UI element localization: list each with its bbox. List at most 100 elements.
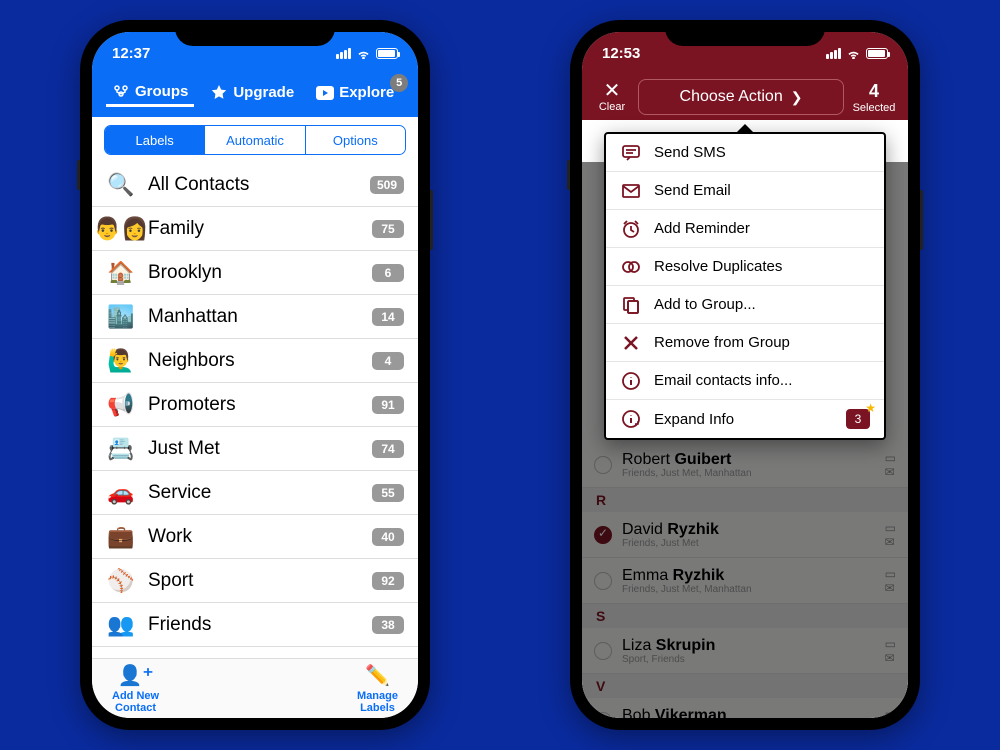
action-addgroup[interactable]: Add to Group... [606, 286, 884, 324]
group-label: Service [148, 482, 372, 504]
group-count: 40 [372, 528, 404, 546]
action-popover: Send SMS Send Email Add Reminder Resolve Du… [604, 132, 886, 440]
group-icon: 📢 [106, 390, 136, 420]
segmented-control: Labels Automatic Options [104, 125, 406, 155]
action-email[interactable]: Send Email [606, 172, 884, 210]
wifi-icon [356, 48, 371, 59]
iphone-mockup-actions: 12:53 ✕ Clear Choose Action ❯ 4 [570, 20, 920, 730]
group-label: All Contacts [148, 174, 370, 196]
add-user-icon: 👤⁺ [118, 663, 153, 688]
emailinfo-icon [620, 370, 642, 392]
close-icon: ✕ [594, 81, 630, 101]
addgroup-icon [620, 294, 642, 316]
action-emailinfo[interactable]: Email contacts info... [606, 362, 884, 400]
group-row[interactable]: 🏙️Manhattan14 [92, 295, 418, 339]
tab-upgrade-label: Upgrade [233, 84, 294, 101]
clock: 12:53 [602, 45, 640, 62]
tab-explore[interactable]: Explore 5 [310, 80, 400, 106]
selected-count: 4 Selected [852, 81, 896, 114]
group-count: 6 [372, 264, 404, 282]
group-row[interactable]: 🏠 Brooklyn6 [92, 251, 418, 295]
sms-icon [620, 142, 642, 164]
groups-icon [112, 82, 130, 100]
group-row[interactable]: 📢Promoters91 [92, 383, 418, 427]
action-expand[interactable]: Expand Info3 [606, 400, 884, 438]
group-row[interactable]: 👨‍👩‍ Family75 [92, 207, 418, 251]
group-icon: 🙋‍♂️ [106, 346, 136, 376]
signal-icon [826, 48, 841, 59]
group-row[interactable]: 🙋‍♂️ Neighbors4 [92, 339, 418, 383]
group-label: Manhattan [148, 306, 372, 328]
tab-explore-label: Explore [339, 84, 394, 101]
group-count: 91 [372, 396, 404, 414]
group-row[interactable]: ⚾Sport92 [92, 559, 418, 603]
group-icon: ⚾ [106, 566, 136, 596]
group-label: Work [148, 526, 372, 548]
group-icon: 🔍 [106, 170, 136, 200]
group-icon: 🚗 [106, 478, 136, 508]
notch [175, 20, 335, 46]
clear-button[interactable]: ✕ Clear [594, 81, 630, 113]
group-count: 55 [372, 484, 404, 502]
group-count: 14 [372, 308, 404, 326]
group-label: Family [148, 218, 372, 240]
group-icon: 👥 [106, 610, 136, 640]
email-icon [620, 180, 642, 202]
action-label: Expand Info [654, 411, 834, 428]
group-icon: 🏠 [106, 258, 136, 288]
action-label: Resolve Duplicates [654, 258, 870, 275]
group-label: Brooklyn [148, 262, 372, 284]
choose-action-dropdown[interactable]: Choose Action ❯ [638, 79, 844, 115]
tab-upgrade[interactable]: Upgrade [204, 80, 300, 106]
action-sms[interactable]: Send SMS [606, 134, 884, 172]
group-count: 4 [372, 352, 404, 370]
tab-groups-label: Groups [135, 83, 188, 100]
action-label: Email contacts info... [654, 372, 870, 389]
group-label: Neighbors [148, 350, 372, 372]
clock: 12:37 [112, 45, 150, 62]
group-count: 509 [370, 176, 404, 194]
manage-labels-button[interactable]: ✏️ Manage Labels [357, 663, 398, 714]
group-count: 74 [372, 440, 404, 458]
action-remove[interactable]: Remove from Group [606, 324, 884, 362]
group-row[interactable]: 👥Friends38 [92, 603, 418, 647]
pencil-icon: ✏️ [365, 663, 390, 688]
clear-label: Clear [594, 101, 630, 113]
explore-badge: 5 [390, 74, 408, 92]
group-row[interactable]: 💼 Work40 [92, 515, 418, 559]
chevron-down-icon: ❯ [791, 89, 803, 106]
add-contact-label: Add New Contact [112, 690, 159, 714]
iphone-mockup-groups: 12:37 Groups Upgrade Explor [80, 20, 430, 730]
bottom-bar: 👤⁺ Add New Contact ✏️ Manage Labels [92, 658, 418, 718]
action-reminder[interactable]: Add Reminder [606, 210, 884, 248]
battery-icon [866, 48, 888, 59]
seg-options[interactable]: Options [305, 126, 405, 154]
action-label: Send Email [654, 182, 870, 199]
add-contact-button[interactable]: 👤⁺ Add New Contact [112, 663, 159, 714]
group-list[interactable]: 🔍 All Contacts509 👨‍👩‍ Family75 🏠 Brooklyn6 🏙️… [92, 163, 418, 658]
wifi-icon [846, 48, 861, 59]
group-label: Sport [148, 570, 372, 592]
group-icon: 👨‍👩‍ [106, 214, 136, 244]
star-icon [210, 84, 228, 102]
action-toolbar: ✕ Clear Choose Action ❯ 4 Selected [582, 74, 908, 120]
group-icon: 📇 [106, 434, 136, 464]
remove-icon [620, 332, 642, 354]
choose-action-label: Choose Action [680, 88, 783, 106]
tab-groups[interactable]: Groups [106, 78, 194, 107]
action-label: Send SMS [654, 144, 870, 161]
manage-labels-label: Manage Labels [357, 690, 398, 714]
group-row[interactable]: 🚗 Service55 [92, 471, 418, 515]
seg-labels[interactable]: Labels [105, 126, 204, 154]
group-icon: 💼 [106, 522, 136, 552]
signal-icon [336, 48, 351, 59]
play-icon [316, 84, 334, 102]
group-row[interactable]: 📇Just Met74 [92, 427, 418, 471]
action-dup[interactable]: Resolve Duplicates [606, 248, 884, 286]
group-row[interactable]: 🔍 All Contacts509 [92, 163, 418, 207]
seg-automatic[interactable]: Automatic [204, 126, 304, 154]
notch [665, 20, 825, 46]
reminder-icon [620, 218, 642, 240]
group-count: 75 [372, 220, 404, 238]
selected-number: 4 [852, 81, 896, 102]
